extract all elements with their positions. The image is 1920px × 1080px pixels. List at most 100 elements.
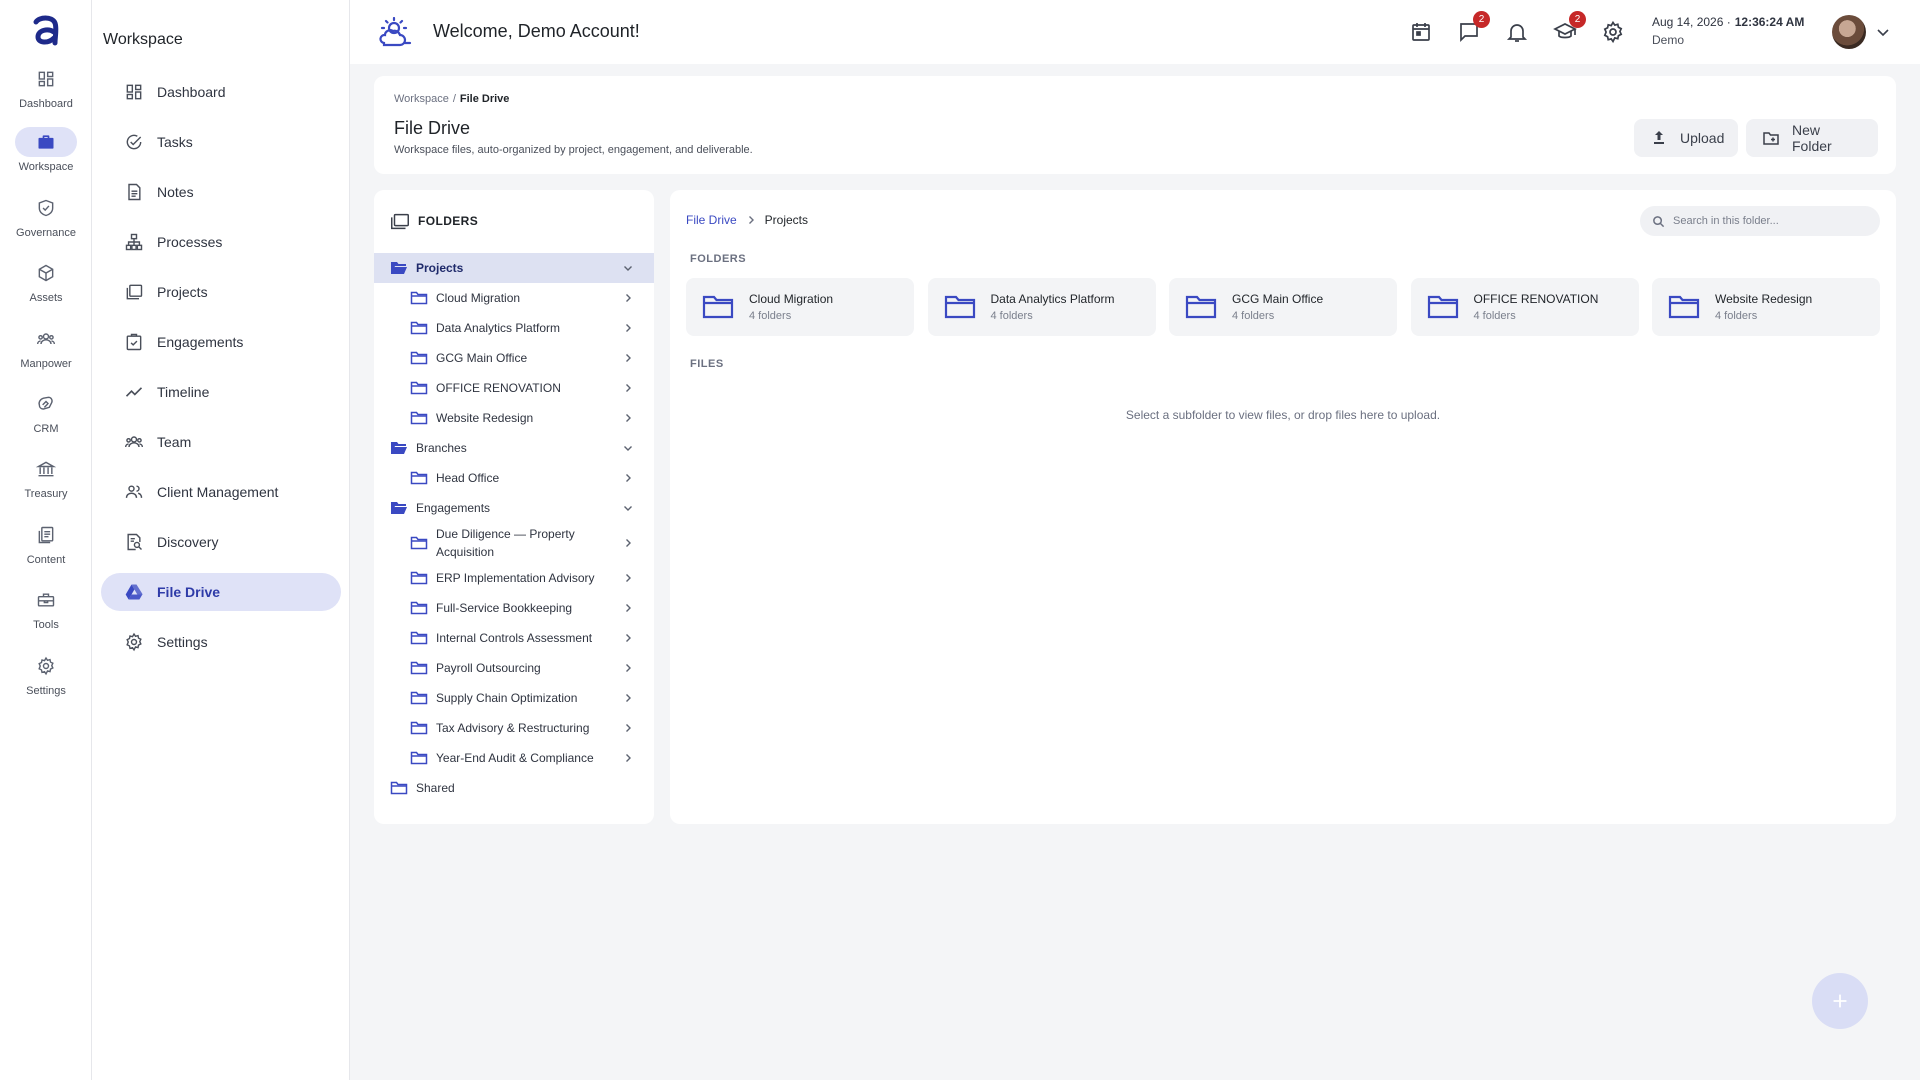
tree-row[interactable]: Shared xyxy=(374,773,654,803)
chevron-right-icon[interactable] xyxy=(622,537,634,549)
chevron-right-icon[interactable] xyxy=(622,412,634,424)
tree-row[interactable]: Payroll Outsourcing xyxy=(374,653,654,683)
chevron-right-icon[interactable] xyxy=(622,382,634,394)
tree-row-label: Year-End Audit & Compliance xyxy=(436,751,594,765)
rail-item-label: Settings xyxy=(26,685,66,697)
welcome-title: Welcome, Demo Account! xyxy=(433,21,640,41)
tree-row[interactable]: GCG Main Office xyxy=(374,343,654,373)
folder-card[interactable]: OFFICE RENOVATION 4 folders xyxy=(1410,278,1639,336)
folder-card[interactable]: GCG Main Office 4 folders xyxy=(1169,278,1397,336)
folder-icon xyxy=(1185,294,1217,320)
folder-card[interactable]: Cloud Migration 4 folders xyxy=(686,278,914,336)
tree-row-label: Tax Advisory & Restructuring xyxy=(436,721,590,735)
sidebar-item-team[interactable]: Team xyxy=(101,423,341,461)
tree-row[interactable]: OFFICE RENOVATION xyxy=(374,373,654,403)
sidebar-item-tasks[interactable]: Tasks xyxy=(101,123,341,161)
rail-item-dashboard[interactable]: Dashboard xyxy=(0,64,92,124)
folder-icon xyxy=(410,410,428,426)
sidebar-item-dashboard[interactable]: Dashboard xyxy=(101,73,341,111)
rail-item-assets[interactable]: Assets xyxy=(0,258,92,318)
bank-icon xyxy=(15,454,77,484)
sidebar-item-engagements[interactable]: Engagements xyxy=(101,323,341,361)
sidebar-item-discovery[interactable]: Discovery xyxy=(101,523,341,561)
sidebar-item-client-management[interactable]: Client Management xyxy=(101,473,341,511)
folder-card[interactable]: Data Analytics Platform 4 folders xyxy=(927,278,1156,336)
tree-row[interactable]: Branches xyxy=(374,433,654,463)
tree-row[interactable]: Head Office xyxy=(374,463,654,493)
people-icon xyxy=(15,324,77,354)
cube-icon xyxy=(15,258,77,288)
chevron-right-icon[interactable] xyxy=(622,692,634,704)
breadcrumb-file-drive[interactable]: File Drive xyxy=(686,213,737,227)
folder-icon xyxy=(410,570,428,586)
user-avatar[interactable] xyxy=(1832,15,1866,49)
rail-item-label: CRM xyxy=(33,423,59,435)
hierarchy-icon xyxy=(123,231,145,253)
folder-card-count: 4 folders xyxy=(1715,310,1758,322)
rail-item-content[interactable]: Content xyxy=(0,520,92,580)
tree-row[interactable]: Engagements xyxy=(374,493,654,523)
chevron-down-icon[interactable] xyxy=(622,502,634,514)
tree-row[interactable]: Internal Controls Assessment xyxy=(374,623,654,653)
chevron-right-icon[interactable] xyxy=(622,352,634,364)
sidebar-item-file-drive[interactable]: File Drive xyxy=(101,573,341,611)
chevron-down-icon[interactable] xyxy=(622,262,634,274)
tree-row[interactable]: Tax Advisory & Restructuring xyxy=(374,713,654,743)
notifications-bell-icon[interactable] xyxy=(1505,20,1529,44)
calendar-icon[interactable] xyxy=(1409,20,1433,44)
chevron-right-icon[interactable] xyxy=(622,472,634,484)
chevron-right-icon[interactable] xyxy=(622,292,634,304)
add-fab-button[interactable] xyxy=(1812,973,1868,1029)
folder-search-input[interactable] xyxy=(1673,215,1863,227)
folder-card[interactable]: Website Redesign 4 folders xyxy=(1652,278,1880,336)
chevron-right-icon[interactable] xyxy=(622,662,634,674)
sidebar-item-processes[interactable]: Processes xyxy=(101,223,341,261)
chevron-right-icon[interactable] xyxy=(622,752,634,764)
graduation-cap-icon[interactable]: 2 xyxy=(1553,11,1586,44)
tree-row-label: Payroll Outsourcing xyxy=(436,661,541,675)
rail-item-manpower[interactable]: Manpower xyxy=(0,324,92,384)
rail-item-crm[interactable]: CRM xyxy=(0,389,92,449)
messages-icon[interactable]: 2 xyxy=(1457,11,1490,44)
folder-card-name: Cloud Migration xyxy=(749,292,834,306)
folder-icon xyxy=(410,320,428,336)
dashboard-icon xyxy=(123,81,145,103)
tree-row[interactable]: Cloud Migration xyxy=(374,283,654,313)
tree-row[interactable]: Year-End Audit & Compliance xyxy=(374,743,654,773)
rail-item-tools[interactable]: Tools xyxy=(0,585,92,645)
chevron-down-icon[interactable] xyxy=(622,442,634,454)
sidebar-item-timeline[interactable]: Timeline xyxy=(101,373,341,411)
breadcrumb-workspace[interactable]: Workspace xyxy=(394,93,449,105)
sidebar-item-settings[interactable]: Settings xyxy=(101,623,341,661)
tree-row[interactable]: Projects xyxy=(374,253,654,283)
chevron-down-icon[interactable] xyxy=(1875,24,1891,40)
rail-item-workspace[interactable]: Workspace xyxy=(0,127,92,187)
app-logo[interactable] xyxy=(28,12,64,48)
new-folder-label: New Folder xyxy=(1792,122,1832,154)
layers-icon xyxy=(123,281,145,303)
tree-row[interactable]: Data Analytics Platform xyxy=(374,313,654,343)
chevron-right-icon[interactable] xyxy=(622,322,634,334)
rail-item-settings[interactable]: Settings xyxy=(0,651,92,711)
sidebar-item-label: Processes xyxy=(157,234,223,250)
tree-row-label: Full-Service Bookkeeping xyxy=(436,601,573,615)
sidebar-item-notes[interactable]: Notes xyxy=(101,173,341,211)
top-header: Welcome, Demo Account! 2 2 Aug 14, 2026 … xyxy=(350,0,1920,64)
upload-button[interactable]: Upload xyxy=(1634,119,1738,157)
new-folder-button[interactable]: New Folder xyxy=(1746,119,1878,157)
tree-row[interactable]: ERP Implementation Advisory xyxy=(374,563,654,593)
rail-item-governance[interactable]: Governance xyxy=(0,193,92,253)
rail-item-treasury[interactable]: Treasury xyxy=(0,454,92,514)
tree-row[interactable]: Full-Service Bookkeeping xyxy=(374,593,654,623)
folder-search[interactable] xyxy=(1640,206,1880,236)
chevron-right-icon[interactable] xyxy=(622,632,634,644)
tree-row[interactable]: Website Redesign xyxy=(374,403,654,433)
tree-row-label: Supply Chain Optimization xyxy=(436,691,578,705)
sidebar-item-projects[interactable]: Projects xyxy=(101,273,341,311)
chevron-right-icon[interactable] xyxy=(622,602,634,614)
settings-gear-icon[interactable] xyxy=(1601,20,1625,44)
tree-row[interactable]: Due Diligence — Property Acquisition xyxy=(374,523,654,563)
tree-row[interactable]: Supply Chain Optimization xyxy=(374,683,654,713)
chevron-right-icon[interactable] xyxy=(622,722,634,734)
chevron-right-icon[interactable] xyxy=(622,572,634,584)
